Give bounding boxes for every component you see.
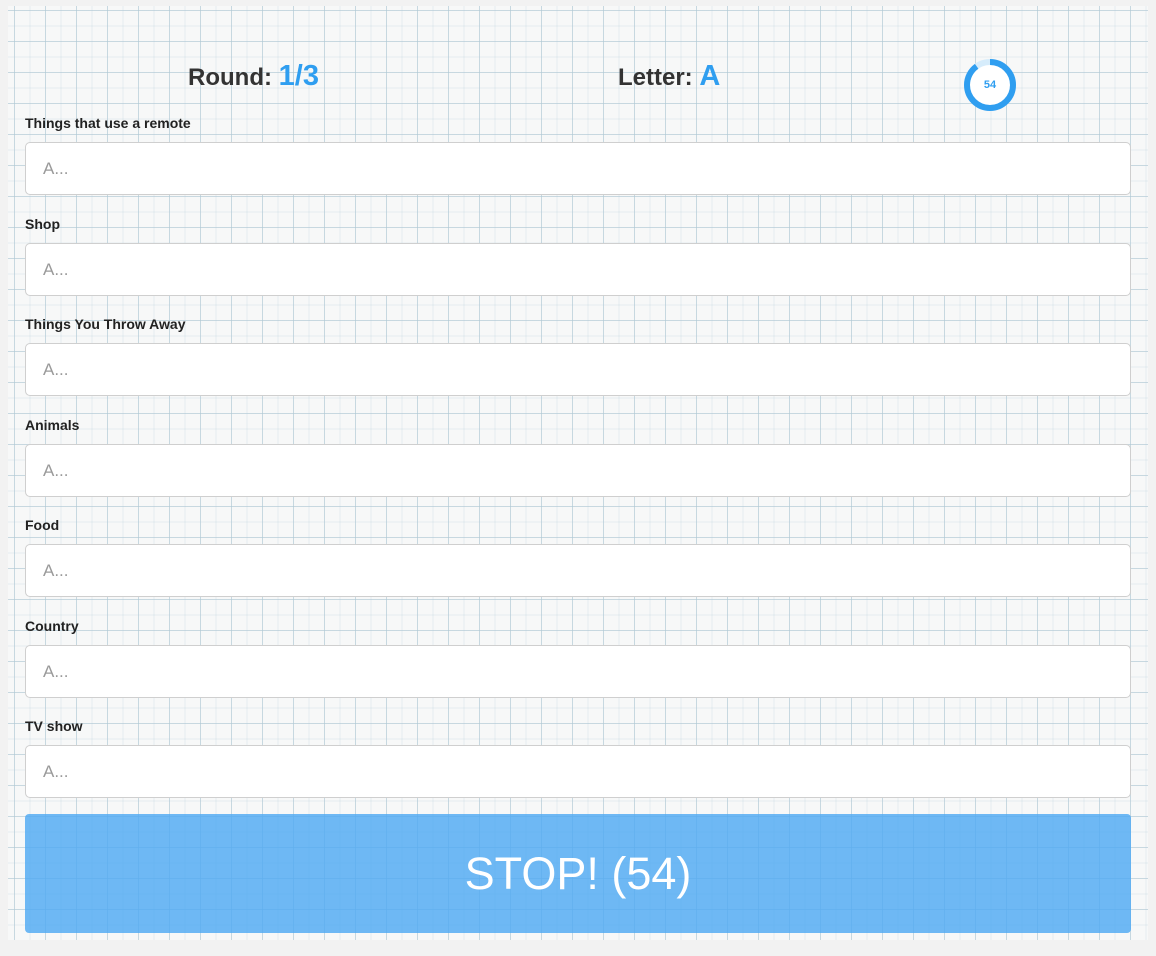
field-things-that-use-a-remote: Things that use a remote [25, 115, 1131, 195]
field-label: Animals [25, 417, 80, 433]
field-label: Shop [25, 216, 60, 232]
game-board: Round: 1/3 Letter: A 54 Things that use … [8, 6, 1148, 940]
letter-value: A [699, 60, 721, 92]
field-label: Food [25, 517, 60, 533]
stop-button[interactable]: STOP! (54) [25, 814, 1131, 933]
round-indicator: Round: 1/3 [188, 60, 319, 93]
answer-input-tv-show[interactable] [25, 745, 1131, 798]
letter-label: Letter: [618, 64, 693, 91]
field-animals: Animals [25, 417, 1131, 497]
letter-indicator: Letter: A [618, 60, 720, 93]
field-shop: Shop [25, 216, 1131, 296]
field-label: Things that use a remote [25, 115, 191, 131]
field-label: Things You Throw Away [25, 316, 186, 332]
field-tv-show: TV show [25, 718, 1131, 798]
round-value: 1/3 [278, 60, 319, 92]
field-label: TV show [25, 718, 83, 734]
answer-input-things-you-throw-away[interactable] [25, 343, 1131, 396]
field-food: Food [25, 517, 1131, 597]
field-country: Country [25, 618, 1131, 698]
answer-input-things-that-use-a-remote[interactable] [25, 142, 1131, 195]
answer-input-animals[interactable] [25, 444, 1131, 497]
round-label: Round: [188, 64, 272, 91]
answer-input-food[interactable] [25, 544, 1131, 597]
field-label: Country [25, 618, 79, 634]
field-things-you-throw-away: Things You Throw Away [25, 316, 1131, 396]
answer-input-shop[interactable] [25, 243, 1131, 296]
answer-input-country[interactable] [25, 645, 1131, 698]
countdown-timer: 54 [962, 57, 1018, 113]
timer-value: 54 [983, 79, 997, 91]
